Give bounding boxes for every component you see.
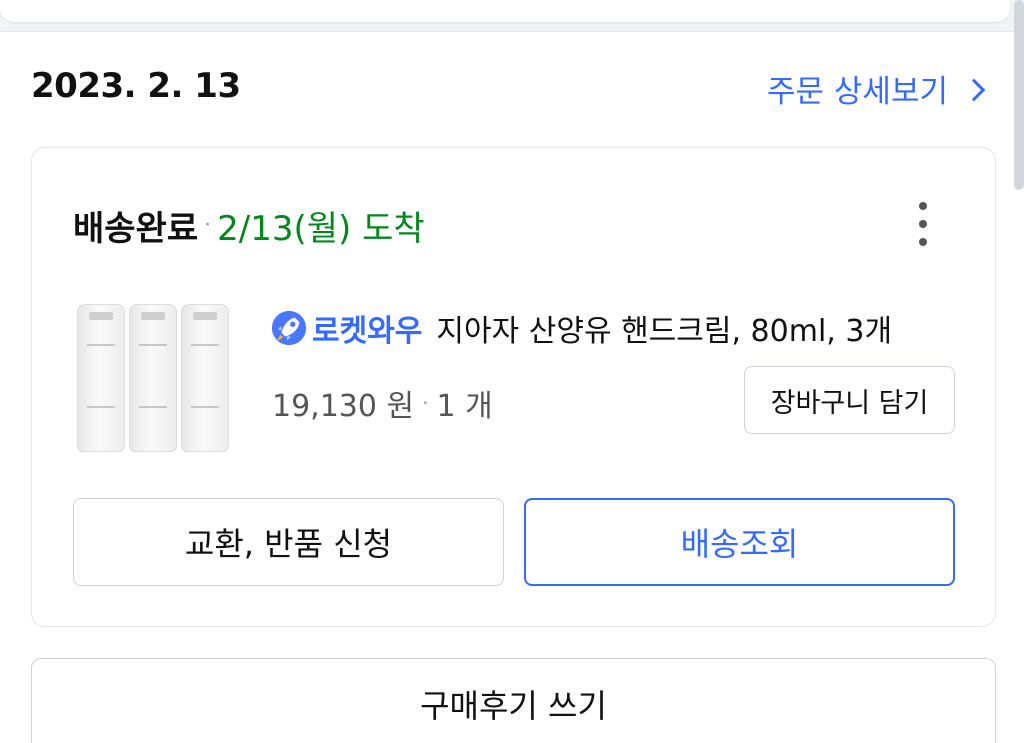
status-label: 배송완료 <box>73 209 199 249</box>
product-image[interactable] <box>77 300 229 452</box>
price-separator: · <box>422 391 429 415</box>
price-quantity: 19,130 원 · 1 개 <box>272 381 493 425</box>
more-vertical-icon[interactable] <box>915 202 931 246</box>
previous-card-edge <box>0 0 1010 22</box>
delivery-status: 배송완료 · 2/13(월) 도착 <box>73 201 425 250</box>
rocket-wow-badge: 로켓와우 <box>312 314 423 349</box>
product-name: 지아자 산양유 핸드크림, 80ml, 3개 <box>436 314 893 349</box>
product-title-row[interactable]: 로켓와우 지아자 산양유 핸드크림, 80ml, 3개 <box>270 306 892 350</box>
delivery-tracking-button[interactable]: 배송조회 <box>524 498 955 586</box>
write-review-button[interactable]: 구매후기 쓰기 <box>31 658 996 743</box>
add-to-cart-button[interactable]: 장바구니 담기 <box>744 366 955 434</box>
product-quantity: 1 개 <box>436 389 493 424</box>
scrollbar[interactable] <box>1014 0 1024 190</box>
status-separator: · <box>204 213 212 238</box>
product-price: 19,130 원 <box>272 389 415 424</box>
order-date: 2023. 2. 13 <box>31 66 241 106</box>
order-detail-label: 주문 상세보기 <box>767 74 948 110</box>
order-detail-link[interactable]: 주문 상세보기 <box>767 66 986 111</box>
exchange-return-button[interactable]: 교환, 반품 신청 <box>73 498 504 586</box>
order-card: 배송완료 · 2/13(월) 도착 로켓와우 지아자 산양유 핸드크림, 80m… <box>31 147 996 627</box>
rocket-icon <box>271 310 307 346</box>
top-strip <box>0 0 1024 32</box>
chevron-right-icon <box>962 78 986 101</box>
arrival-date: 2/13(월) 도착 <box>217 209 425 249</box>
